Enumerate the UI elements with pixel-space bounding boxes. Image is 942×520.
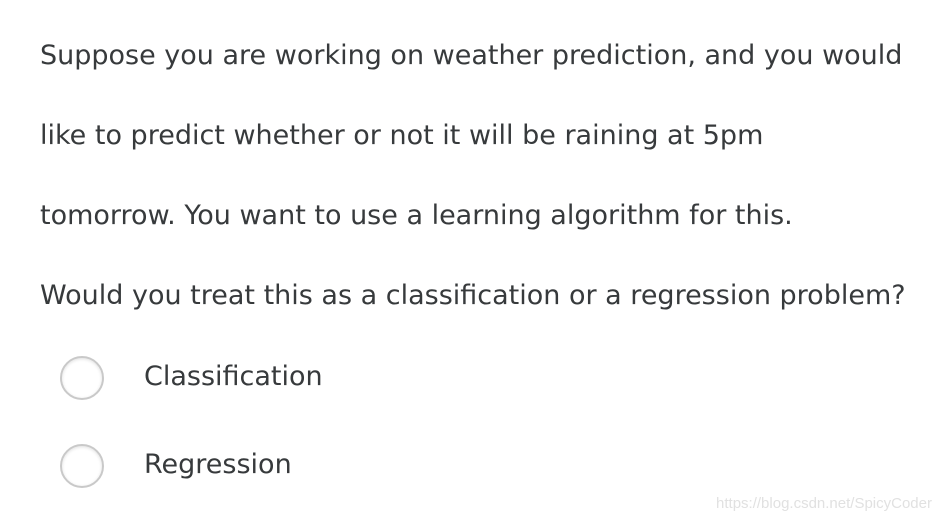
question-line-3: tomorrow. You want to use a learning alg… xyxy=(40,200,793,231)
radio-unchecked-icon[interactable] xyxy=(60,444,104,488)
radio-unchecked-icon[interactable] xyxy=(60,356,104,400)
option-label: Regression xyxy=(144,449,292,480)
question-line-2: like to predict whether or not it will b… xyxy=(40,120,764,151)
watermark: https://blog.csdn.net/SpicyCoder xyxy=(716,495,932,512)
option-classification[interactable]: Classification xyxy=(60,356,380,400)
question-line-4: Would you treat this as a classification… xyxy=(40,280,906,311)
question-line-1: Suppose you are working on weather predi… xyxy=(40,40,903,71)
option-regression[interactable]: Regression xyxy=(60,444,380,488)
option-label: Classification xyxy=(144,361,323,392)
